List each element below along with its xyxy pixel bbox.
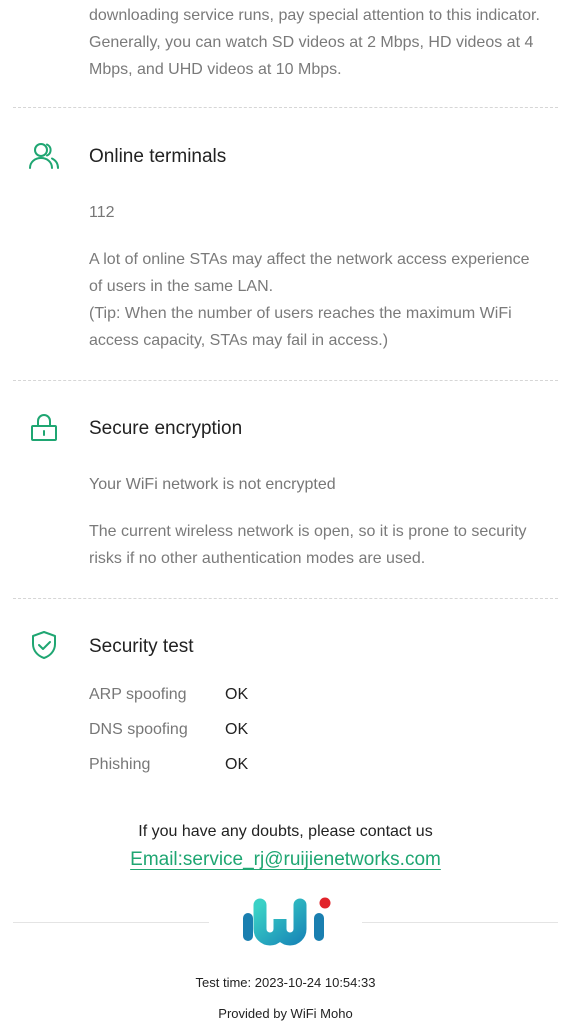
shield-check-icon: [28, 629, 60, 661]
terminals-line: (Tip: When the number of users reaches t…: [89, 305, 512, 322]
provided-by: Provided by WiFi Moho: [218, 1006, 353, 1021]
divider: [13, 107, 558, 108]
security-row-dns: DNS spoofing OK: [89, 721, 248, 739]
divider: [13, 598, 558, 599]
bandwidth-description: downloading service runs, pay special at…: [89, 2, 549, 83]
email-container: Email:service_rj@ruijienetworks.com: [0, 849, 571, 871]
divider: [13, 380, 558, 381]
security-row-value: OK: [225, 756, 249, 773]
users-icon: [28, 140, 60, 172]
terminals-line: access capacity, STAs may fail in access…: [89, 332, 389, 349]
footer-divider-right: [362, 922, 558, 923]
security-row-value: OK: [225, 721, 249, 738]
test-time: Test time: 2023-10-24 10:54:33: [195, 975, 376, 990]
contact-email-link[interactable]: Email:service_rj@ruijienetworks.com: [130, 849, 441, 870]
security-row-label: ARP spoofing: [89, 686, 187, 703]
terminal-count: 112: [89, 204, 115, 221]
bandwidth-line: Mbps, and UHD videos at 10 Mbps.: [89, 61, 342, 78]
security-row-label: DNS spoofing: [89, 721, 188, 738]
security-row-value: OK: [225, 686, 249, 703]
encryption-line: The current wireless network is open, so…: [89, 523, 527, 540]
encryption-line: risks if no other authentication modes a…: [89, 550, 426, 567]
encryption-description: The current wireless network is open, so…: [89, 518, 549, 572]
wifi-moho-logo: [240, 893, 335, 951]
bandwidth-line: downloading service runs, pay special at…: [89, 7, 540, 24]
terminals-line: A lot of online STAs may affect the netw…: [89, 251, 530, 268]
lock-icon: [28, 412, 60, 444]
footer-divider-left: [13, 922, 209, 923]
security-row-phishing: Phishing OK: [89, 756, 248, 774]
section-title: Online terminals: [89, 146, 227, 167]
contact-text: If you have any doubts, please contact u…: [138, 823, 433, 840]
terminals-description: A lot of online STAs may affect the netw…: [89, 246, 549, 354]
bandwidth-line: Generally, you can watch SD videos at 2 …: [89, 34, 534, 51]
encryption-status: Your WiFi network is not encrypted: [89, 476, 336, 493]
security-row-arp: ARP spoofing OK: [89, 686, 248, 704]
section-title: Security test: [89, 636, 194, 657]
terminals-line: of users in the same LAN.: [89, 278, 274, 295]
section-title: Secure encryption: [89, 418, 243, 439]
security-row-label: Phishing: [89, 756, 151, 773]
